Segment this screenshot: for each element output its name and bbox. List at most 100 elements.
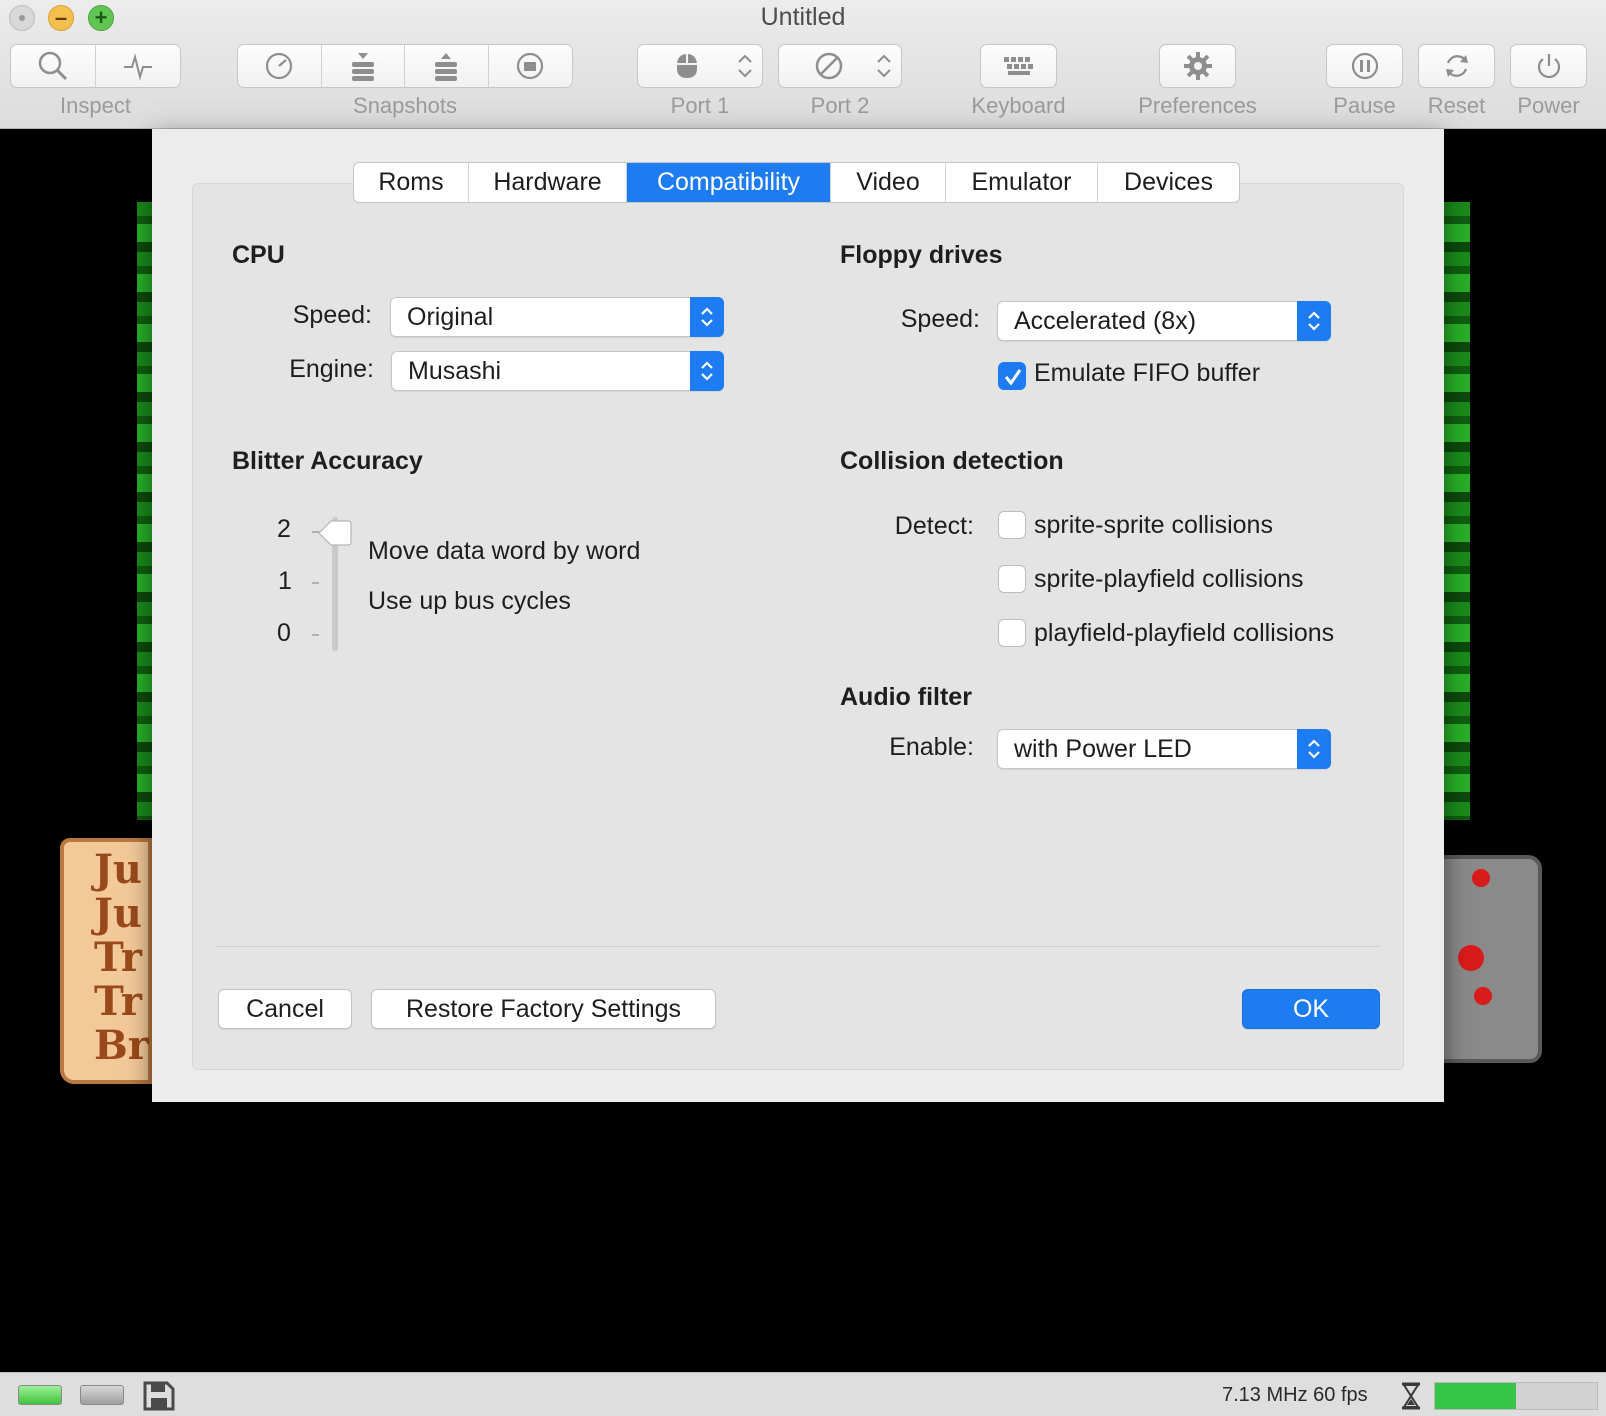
blitter-level-1: 1 [278, 567, 292, 595]
floppy-section-title: Floppy drives [840, 241, 1003, 269]
audio-filter-value: with Power LED [1014, 735, 1192, 763]
mouse-icon [677, 54, 697, 78]
snapshots-group [237, 44, 573, 88]
tab-roms[interactable]: Roms [354, 163, 469, 202]
drive-df0-led[interactable] [18, 1385, 62, 1405]
power-button[interactable] [1511, 45, 1586, 87]
fifo-checkbox[interactable] [998, 362, 1026, 390]
updown-chevron-icon [877, 54, 891, 78]
blitter-section-title: Blitter Accuracy [232, 447, 423, 475]
blitter-desc-line1: Move data word by word [368, 537, 641, 565]
footer-divider [216, 946, 1380, 947]
restore-snapshot-button[interactable] [405, 45, 489, 87]
checkmark-icon [1004, 369, 1022, 386]
cancel-button[interactable]: Cancel [218, 989, 352, 1029]
preferences-button[interactable] [1160, 45, 1235, 87]
activity-icon [123, 53, 152, 81]
preferences-sheet: Roms Hardware Compatibility Video Emulat… [152, 129, 1444, 1102]
slider-tick [312, 634, 319, 636]
audio-enable-label: Enable: [889, 733, 974, 761]
cpu-speed-label: Speed: [292, 301, 372, 329]
cpu-engine-value: Musashi [408, 357, 502, 385]
pause-button[interactable] [1327, 45, 1402, 87]
floppy-speed-label: Speed: [900, 305, 980, 333]
reset-group [1418, 44, 1495, 88]
floppy-speed-value: Accelerated (8x) [1014, 307, 1197, 335]
port2-button[interactable] [779, 45, 901, 87]
emulator-screen-right-edge [1444, 202, 1470, 820]
sprite-sprite-label: sprite-sprite collisions [1034, 511, 1273, 539]
cpu-engine-label: Engine: [289, 355, 374, 383]
keyboard-group [980, 44, 1057, 88]
port1-popup[interactable] [637, 44, 763, 88]
port1-label: Port 1 [670, 93, 730, 118]
power-label: Power [1517, 93, 1580, 118]
cpu-speed-value: Original [407, 303, 494, 331]
cpu-speed-popup[interactable]: Original [390, 297, 724, 337]
snapshots-label: Snapshots [353, 93, 457, 118]
pause-group [1326, 44, 1403, 88]
keyboard-icon [1003, 57, 1033, 75]
updown-chevron-icon [690, 351, 724, 391]
preferences-label: Preferences [1138, 93, 1257, 118]
keyboard-button[interactable] [981, 45, 1056, 87]
emulator-screen-left-edge [137, 202, 153, 820]
sprite-sprite-checkbox[interactable] [998, 511, 1026, 539]
window-title: Untitled [760, 3, 846, 31]
performance-meter-fill [1435, 1383, 1516, 1409]
reset-icon [1445, 55, 1468, 77]
tab-devices[interactable]: Devices [1098, 163, 1239, 202]
audio-filter-popup[interactable]: with Power LED [997, 729, 1331, 769]
activity-button[interactable] [96, 45, 181, 87]
port1-button[interactable] [638, 45, 762, 87]
playfield-playfield-checkbox[interactable] [998, 619, 1026, 647]
port2-popup[interactable] [778, 44, 902, 88]
drive-df1-led[interactable] [80, 1385, 124, 1405]
slider-knob[interactable] [318, 519, 352, 547]
tab-video[interactable]: Video [831, 163, 946, 202]
status-bar: 7.13 MHz 60 fps [0, 1372, 1606, 1416]
speed-readout: 7.13 MHz 60 fps [1222, 1384, 1368, 1406]
updown-chevron-icon [738, 54, 752, 78]
magnifier-icon [38, 51, 67, 81]
tab-compatibility[interactable]: Compatibility [627, 163, 831, 202]
cpu-engine-popup[interactable]: Musashi [391, 351, 724, 391]
audio-section-title: Audio filter [840, 683, 972, 711]
clock-icon [266, 52, 293, 80]
reset-button[interactable] [1419, 45, 1494, 87]
floppy-disk-icon[interactable] [143, 1381, 175, 1411]
preferences-tab-bar: Roms Hardware Compatibility Video Emulat… [353, 162, 1240, 203]
fifo-label: Emulate FIFO buffer [1034, 359, 1261, 387]
updown-chevron-icon [1297, 729, 1331, 769]
inspect-button[interactable] [11, 45, 96, 87]
ok-button[interactable]: OK [1242, 989, 1380, 1029]
take-snapshot-button[interactable] [322, 45, 405, 87]
preferences-group [1159, 44, 1236, 88]
port2-label: Port 2 [810, 93, 870, 118]
inspect-group [10, 44, 181, 88]
hourglass-icon[interactable] [1400, 1382, 1422, 1410]
sprite-playfield-label: sprite-playfield collisions [1034, 565, 1304, 593]
stack-down-icon [351, 53, 374, 81]
restore-icon [517, 52, 544, 80]
updown-chevron-icon [690, 297, 724, 337]
tab-emulator[interactable]: Emulator [946, 163, 1098, 202]
none-icon [815, 52, 843, 80]
game-stone-graphic [1440, 855, 1542, 1063]
power-icon [1537, 54, 1560, 79]
updown-chevron-icon [1297, 301, 1331, 341]
restore-factory-settings-button[interactable]: Restore Factory Settings [371, 989, 716, 1029]
power-group [1510, 44, 1587, 88]
cpu-section-title: CPU [232, 241, 285, 269]
floppy-speed-popup[interactable]: Accelerated (8x) [997, 301, 1331, 341]
gear-icon [1183, 52, 1212, 80]
detect-label: Detect: [894, 512, 974, 540]
snapshot-clock-button[interactable] [238, 45, 322, 87]
pause-icon [1351, 52, 1378, 80]
stack-up-icon [435, 53, 458, 81]
sprite-playfield-checkbox[interactable] [998, 565, 1026, 593]
keyboard-label: Keyboard [971, 93, 1066, 118]
playfield-playfield-label: playfield-playfield collisions [1034, 619, 1335, 647]
snapshot-browser-button[interactable] [489, 45, 573, 87]
tab-hardware[interactable]: Hardware [469, 163, 627, 202]
